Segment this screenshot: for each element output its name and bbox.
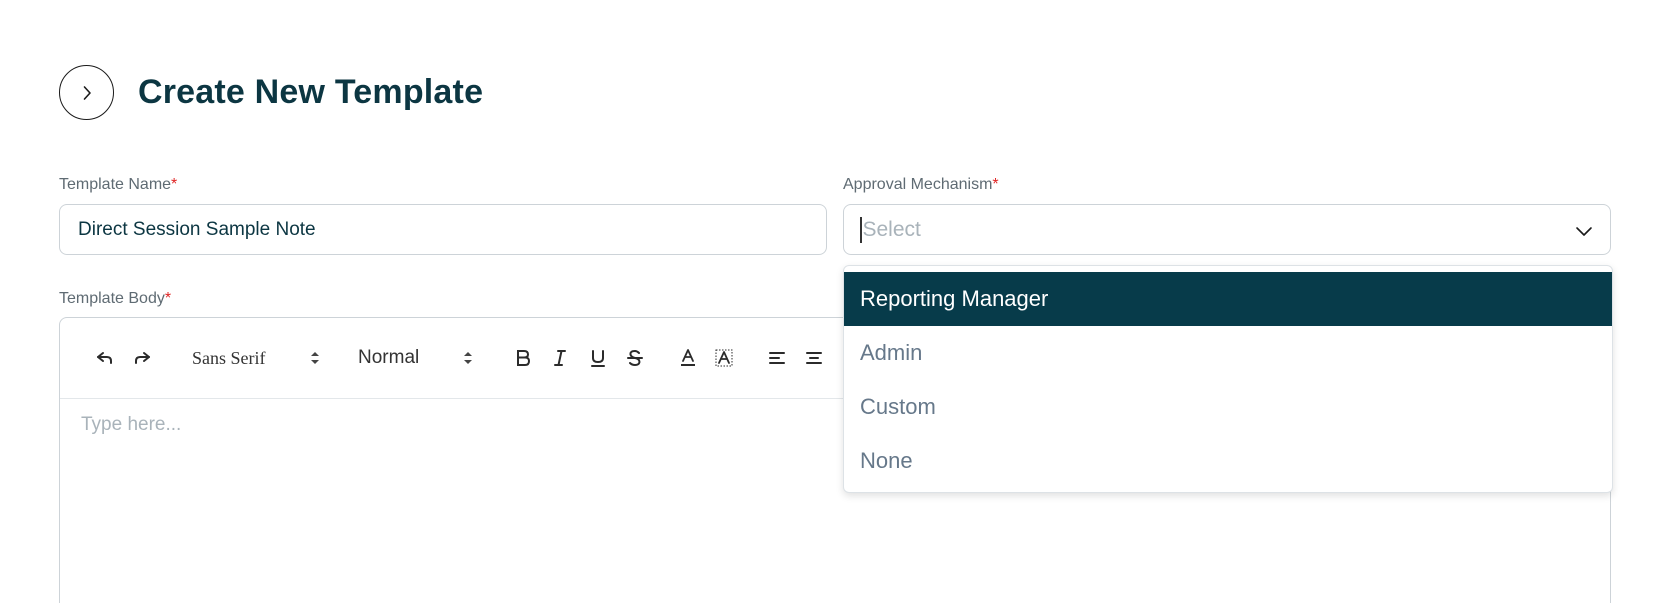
text-color-icon[interactable] <box>676 346 700 370</box>
font-size-select[interactable]: Normal <box>358 344 476 372</box>
redo-icon[interactable] <box>130 346 154 370</box>
page-title: Create New Template <box>138 73 484 111</box>
back-button[interactable] <box>59 65 114 120</box>
align-center-icon[interactable] <box>802 346 826 370</box>
template-body-label: Template Body* <box>59 290 171 308</box>
strikethrough-icon[interactable] <box>623 346 647 370</box>
font-family-value: Sans Serif <box>192 347 266 368</box>
approval-mechanism-label: Approval Mechanism* <box>843 176 999 194</box>
undo-icon[interactable] <box>93 346 117 370</box>
option-reporting-manager[interactable]: Reporting Manager <box>844 272 1612 326</box>
page-header: Create New Template <box>59 65 483 120</box>
text-cursor <box>860 216 862 243</box>
approval-mechanism-dropdown: Reporting Manager Admin Custom None <box>843 265 1613 493</box>
underline-icon[interactable] <box>586 346 610 370</box>
up-down-arrows-icon <box>311 352 319 364</box>
option-admin[interactable]: Admin <box>844 326 1612 380</box>
italic-icon[interactable] <box>548 346 572 370</box>
required-mark: * <box>171 176 178 193</box>
template-name-input[interactable]: Direct Session Sample Note <box>59 204 827 255</box>
template-name-value: Direct Session Sample Note <box>78 218 316 240</box>
required-mark: * <box>164 290 172 307</box>
approval-mechanism-select[interactable]: Select <box>843 204 1611 255</box>
editor-placeholder[interactable]: Type here... <box>81 414 181 436</box>
font-size-value: Normal <box>358 347 420 368</box>
template-name-label: Template Name* <box>59 176 177 194</box>
chevron-down-icon[interactable] <box>1574 221 1594 241</box>
chevron-right-icon <box>83 85 91 100</box>
approval-mechanism-placeholder: Select <box>862 217 921 241</box>
align-left-icon[interactable] <box>765 346 789 370</box>
up-down-arrows-icon <box>464 352 472 364</box>
approval-mechanism-label-text: Approval Mechanism <box>843 176 993 193</box>
option-custom[interactable]: Custom <box>844 380 1612 434</box>
template-name-label-text: Template Name <box>59 176 172 193</box>
background-color-icon[interactable] <box>712 346 736 370</box>
option-none[interactable]: None <box>844 434 1612 488</box>
required-mark: * <box>992 176 999 193</box>
bold-icon[interactable] <box>511 346 535 370</box>
font-family-select[interactable]: Sans Serif <box>192 344 322 372</box>
template-body-label-text: Template Body <box>59 290 165 307</box>
